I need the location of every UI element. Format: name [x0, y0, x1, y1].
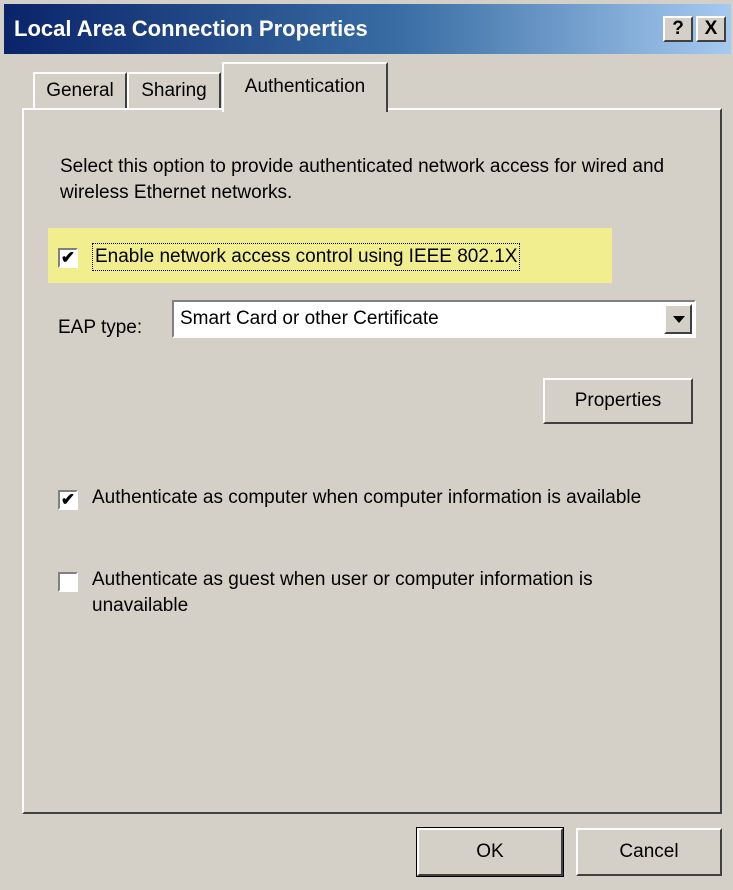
description-text: Select this option to provide authentica…: [60, 156, 665, 203]
auth-as-computer-checkbox[interactable]: ✔: [58, 490, 78, 510]
auth-as-computer-label[interactable]: Authenticate as computer when computer i…: [92, 485, 652, 511]
properties-dialog: Local Area Connection Properties ? X Gen…: [0, 0, 733, 890]
properties-button[interactable]: Properties: [543, 378, 693, 424]
ok-button[interactable]: OK: [416, 827, 564, 877]
authentication-panel: Select this option to provide authentica…: [22, 108, 722, 814]
help-button[interactable]: ?: [663, 16, 693, 42]
enable-8021x-checkbox[interactable]: ✔: [58, 248, 78, 268]
cancel-button[interactable]: Cancel: [576, 828, 722, 876]
close-button[interactable]: X: [696, 16, 726, 42]
auth-as-guest-checkbox[interactable]: [58, 572, 78, 592]
window-title: Local Area Connection Properties: [14, 16, 368, 41]
eap-type-label: EAP type:: [58, 317, 143, 338]
title-bar[interactable]: Local Area Connection Properties ? X: [4, 4, 731, 54]
eap-type-value: Smart Card or other Certificate: [180, 308, 439, 329]
auth-as-guest-label[interactable]: Authenticate as guest when user or compu…: [92, 567, 662, 619]
chevron-down-icon: [673, 316, 685, 323]
tab-authentication[interactable]: Authentication: [222, 62, 388, 112]
dropdown-arrow-button[interactable]: [664, 304, 692, 334]
enable-8021x-label[interactable]: Enable network access control using IEEE…: [92, 243, 521, 271]
eap-type-dropdown[interactable]: Smart Card or other Certificate: [172, 300, 696, 338]
tab-sharing[interactable]: Sharing: [127, 72, 221, 110]
tab-general[interactable]: General: [33, 72, 127, 110]
